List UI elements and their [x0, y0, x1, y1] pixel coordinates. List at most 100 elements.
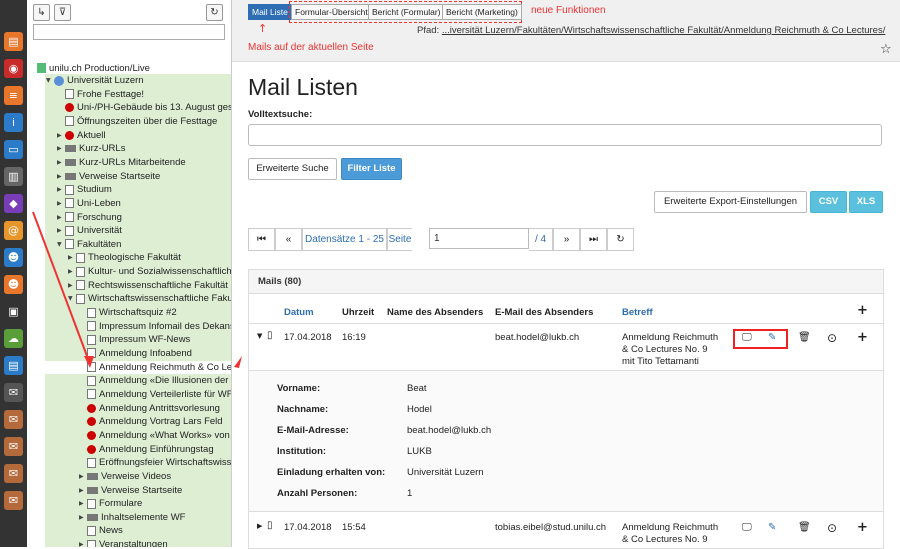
tree-expand-icon[interactable]: ▶	[79, 511, 87, 524]
tree-node[interactable]: Eröffnungsfeier Wirtschaftswisse	[79, 456, 231, 469]
trash-icon[interactable]: ▥	[4, 167, 23, 186]
add-icon[interactable]: +	[857, 330, 868, 345]
image-icon[interactable]: ▣	[4, 302, 23, 321]
toggle-icon[interactable]: ⊙	[827, 521, 837, 535]
add-column-icon[interactable]: +	[857, 303, 868, 318]
mail-open-icon[interactable]: ✉	[4, 410, 23, 429]
tree-node[interactable]: ▶ Rechtswissenschaftliche Fakultät	[68, 279, 228, 292]
tree-node[interactable]: ▶ Aktuell	[57, 129, 106, 142]
first-page-icon[interactable]: ⏮	[248, 228, 275, 251]
reload-icon[interactable]: ↻	[607, 228, 634, 251]
path-value[interactable]: ...iversität Luzern/Fakultäten/Wirtschaf…	[442, 25, 886, 36]
edit-icon[interactable]: ✎	[768, 522, 776, 533]
mail-icon[interactable]: ✉	[4, 383, 23, 402]
xls-export-button[interactable]: XLS	[849, 191, 883, 213]
export-settings-button[interactable]: Erweiterte Export-Einstellungen	[654, 191, 807, 213]
tree-collapse-icon[interactable]: ▼	[46, 74, 54, 87]
tab-formular-uebersicht[interactable]: Formular-Übersicht	[291, 4, 372, 20]
tree-node[interactable]: ▼ Wirtschaftswissenschaftliche Fakultä	[68, 292, 231, 305]
mail-list-icon[interactable]: ✉	[4, 437, 23, 456]
tree-node[interactable]: ▶ Verweise Startseite	[57, 170, 160, 183]
tree-expand-icon[interactable]: ▶	[79, 484, 87, 497]
filter-list-button[interactable]: Filter Liste	[341, 158, 402, 180]
tree-node[interactable]: Anmeldung «What Works» von I	[79, 429, 231, 442]
mail-check-icon[interactable]: ✉	[4, 491, 23, 510]
tree-node[interactable]: Uni-/PH-Gebäude bis 13. August gesch	[57, 101, 231, 114]
tree-node[interactable]: ▶ Veranstaltungen	[79, 538, 168, 547]
users-icon[interactable]: ☻	[4, 248, 23, 267]
tab-bericht-marketing[interactable]: Bericht (Marketing)	[442, 4, 522, 20]
page-number-input[interactable]: 1	[429, 228, 529, 249]
tree-node[interactable]: ▼ Universität Luzern	[46, 74, 144, 87]
collapse-icon[interactable]: ▼	[257, 332, 262, 340]
tree-expand-icon[interactable]: ▶	[79, 470, 87, 483]
tab-mail-liste[interactable]: Mail Liste	[248, 4, 292, 20]
tree-node[interactable]: ▶ Theologische Fakultät	[68, 251, 181, 264]
expand-icon[interactable]: ▶	[257, 522, 262, 530]
tree-expand-icon[interactable]: ▶	[57, 170, 65, 183]
tab-bericht-formular[interactable]: Bericht (Formular)	[368, 4, 445, 20]
info-icon[interactable]: i	[4, 113, 23, 132]
tree-node[interactable]: ▶ Kultur- und Sozialwissenschaftliche	[68, 265, 231, 278]
briefcase-icon[interactable]: ▭	[4, 140, 23, 159]
tree-node[interactable]: Anmeldung Reichmuth & Co Lect	[79, 361, 231, 374]
col-betreff[interactable]: Betreff	[622, 307, 653, 318]
delete-icon[interactable]: 🗑	[798, 332, 811, 343]
tree-expand-icon[interactable]: ▶	[57, 156, 65, 169]
document-icon[interactable]: ▤	[4, 356, 23, 375]
tree-expand-icon[interactable]: ▶	[68, 265, 76, 278]
tree-collapse-icon[interactable]: ▼	[68, 292, 76, 305]
tree-node[interactable]: Frohe Festtage!	[57, 88, 144, 101]
prev-page-icon[interactable]: «	[275, 228, 302, 251]
cloud-icon[interactable]: ☁	[4, 329, 23, 348]
eye-icon[interactable]: ◉	[4, 59, 23, 78]
edit-icon[interactable]: ✎	[768, 332, 776, 343]
mail-stats-icon[interactable]: ✉	[4, 464, 23, 483]
tree-node[interactable]: Anmeldung Verteilerliste für WF-	[79, 388, 231, 401]
col-datum[interactable]: Datum	[284, 307, 314, 318]
tree-expand-icon[interactable]: ▶	[79, 538, 87, 547]
tree-expand-icon[interactable]: ▶	[57, 142, 65, 155]
tree-node[interactable]: ▶ Verweise Videos	[79, 470, 171, 483]
bookmark-star-icon[interactable]: ☆	[880, 42, 892, 57]
tree-node[interactable]: ▶ Uni-Leben	[57, 197, 121, 210]
tree-node[interactable]: Anmeldung Vortrag Lars Feld	[79, 415, 223, 428]
tree-node[interactable]: Anmeldung Einführungstag	[79, 443, 214, 456]
tree-node[interactable]: Anmeldung Infoabend	[79, 347, 192, 360]
tree-node[interactable]: Anmeldung Antrittsvorlesung	[79, 402, 220, 415]
tree-node[interactable]: News	[79, 524, 123, 537]
last-page-icon[interactable]: ⏭	[580, 228, 607, 251]
tree-node[interactable]: ▶ Verweise Startseite	[79, 484, 182, 497]
tree-node[interactable]: ▶ Kurz-URLs	[57, 142, 125, 155]
new-page-button[interactable]: ↳	[33, 4, 50, 21]
tree-search-input[interactable]	[33, 24, 225, 40]
csv-export-button[interactable]: CSV	[810, 191, 847, 213]
tree-expand-icon[interactable]: ▶	[57, 211, 65, 224]
tree-node[interactable]: Impressum WF-News	[79, 333, 190, 346]
next-page-icon[interactable]: »	[553, 228, 580, 251]
tree-node[interactable]: ▶ Formulare	[79, 497, 142, 510]
group-icon[interactable]: ☻	[4, 275, 23, 294]
tree-expand-icon[interactable]: ▶	[57, 224, 65, 237]
preview-icon[interactable]: 🖵	[742, 522, 752, 533]
filter-icon[interactable]: ⊽	[54, 4, 71, 21]
add-icon[interactable]: +	[857, 520, 868, 535]
tree-node[interactable]: ▶ Studium	[57, 183, 112, 196]
at-icon[interactable]: @	[4, 221, 23, 240]
tree-collapse-icon[interactable]: ▼	[57, 238, 65, 251]
tree-node[interactable]: ▶ Forschung	[57, 211, 122, 224]
tree-node[interactable]: ▼ Fakultäten	[57, 238, 121, 251]
page-icon[interactable]: ▤	[4, 32, 23, 51]
tree-node[interactable]: Wirtschaftsquiz #2	[79, 306, 177, 319]
delete-icon[interactable]: 🗑	[798, 522, 811, 533]
advanced-search-button[interactable]: Erweiterte Suche	[248, 158, 337, 180]
fulltext-search-input[interactable]	[248, 124, 882, 146]
tree-expand-icon[interactable]: ▶	[57, 129, 65, 142]
refresh-icon[interactable]: ↻	[206, 4, 223, 21]
toggle-icon[interactable]: ⊙	[827, 331, 837, 345]
tree-expand-icon[interactable]: ▶	[68, 251, 76, 264]
tree-node[interactable]: Öffnungszeiten über die Festtage	[57, 115, 217, 128]
tree-expand-icon[interactable]: ▶	[79, 497, 87, 510]
tree-node[interactable]: Impressum Infomail des Dekans	[79, 320, 231, 333]
tree-expand-icon[interactable]: ▶	[57, 197, 65, 210]
